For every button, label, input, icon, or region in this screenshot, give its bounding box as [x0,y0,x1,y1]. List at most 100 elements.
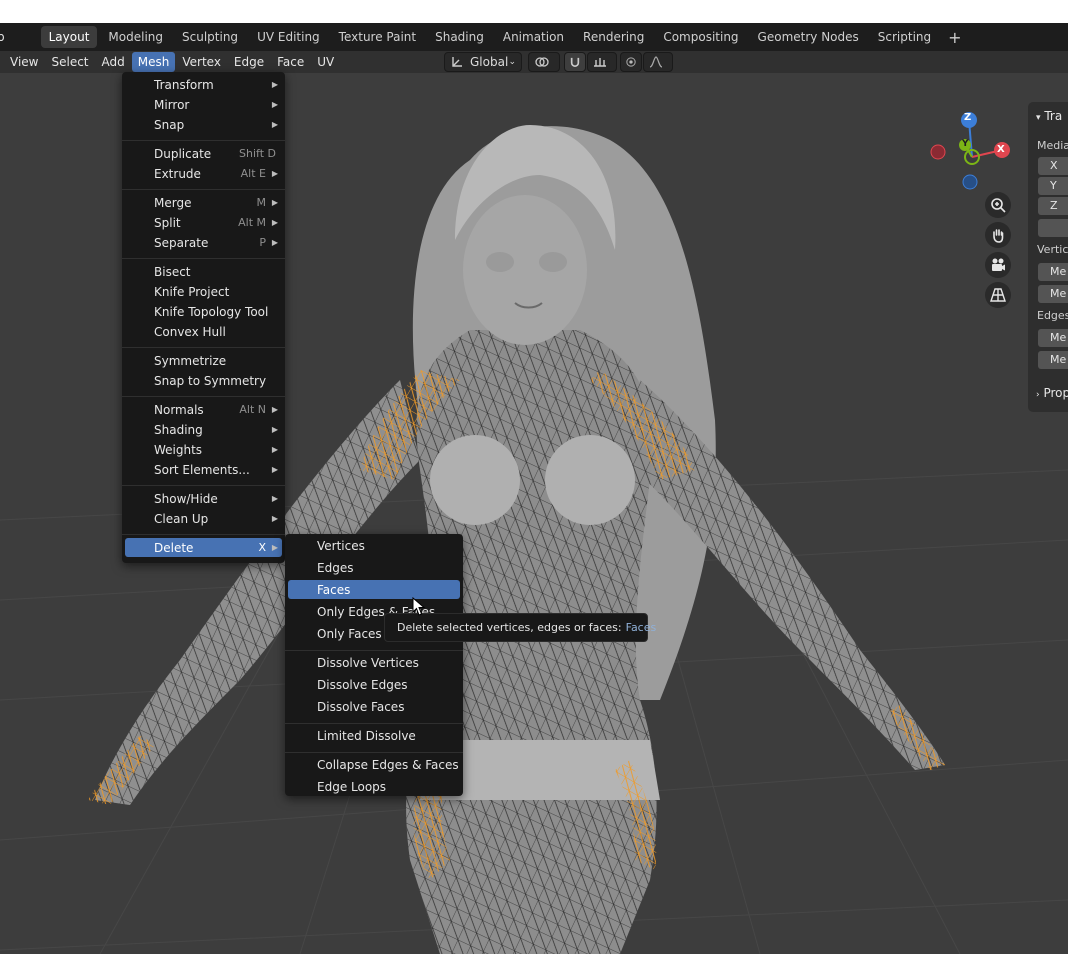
menu-item-dissolve-vertices[interactable]: Dissolve Vertices [288,653,460,672]
menu-face[interactable]: Face [271,52,310,72]
menu-item-clean-up[interactable]: Clean Up ▶ [125,509,282,528]
proportional-edit-toggle[interactable] [620,52,642,72]
menu-item-limited-dissolve[interactable]: Limited Dissolve [288,726,460,745]
tab-layout[interactable]: Layout [40,26,98,48]
menu-item-duplicate[interactable]: Duplicate Shift D [125,144,282,163]
app-menu-label[interactable]: p [0,30,15,44]
menu-item-mirror[interactable]: Mirror ▶ [125,95,282,114]
magnet-icon [570,57,580,67]
shortcut-label: Alt E [240,167,266,180]
sidebar-transform-panel[interactable]: ▾ Tra Media X Y Z Vertic Me Me Edges Me … [1028,102,1068,412]
pivot-point-dropdown[interactable] [528,52,560,72]
menu-edge[interactable]: Edge [228,52,270,72]
menu-item-knife-project[interactable]: Knife Project [125,282,282,301]
menu-item-label: Dissolve Faces [317,699,405,714]
menu-item-knife-topology-tool[interactable]: Knife Topology Tool [125,302,282,321]
menu-item-label: Knife Topology Tool [154,304,269,319]
menu-item-shading[interactable]: Shading ▶ [125,420,282,439]
median-x-field[interactable]: X [1038,157,1068,175]
menu-item-edge-loops[interactable]: Edge Loops [288,777,460,796]
menu-item-label: Extrude [154,166,201,181]
menu-item-symmetrize[interactable]: Symmetrize [125,351,282,370]
menu-view[interactable]: View [4,52,44,72]
menu-item-bisect[interactable]: Bisect [125,262,282,281]
menu-item-faces[interactable]: Faces [288,580,460,599]
shortcut-label: Alt M [238,216,266,229]
median-y-field[interactable]: Y [1038,177,1068,195]
menu-item-vertices[interactable]: Vertices [288,536,460,555]
eye-left [486,252,514,272]
pivot-group [528,52,560,72]
snap-target-dropdown[interactable] [587,52,617,72]
navigation-gizmo[interactable] [922,112,1022,202]
menu-item-split[interactable]: Split Alt M ▶ [125,213,282,232]
menu-item-label: Clean Up [154,511,209,526]
window-top-strip [0,0,1068,23]
orientation-value: Global [470,55,509,69]
tab-uv-editing[interactable]: UV Editing [249,26,328,48]
menu-item-delete[interactable]: Delete X ▶ [125,538,282,557]
menu-mesh[interactable]: Mesh [131,52,176,72]
menu-item-edges[interactable]: Edges [288,558,460,577]
snap-toggle[interactable] [564,52,586,72]
vertex-weight-field[interactable]: Me [1038,263,1068,281]
menu-item-weights[interactable]: Weights ▶ [125,440,282,459]
transform-orientation-dropdown[interactable]: Global ⌄ [444,52,522,72]
menu-item-merge[interactable]: Merge M ▶ [125,193,282,212]
tab-compositing[interactable]: Compositing [655,26,746,48]
tab-modeling[interactable]: Modeling [100,26,171,48]
menu-item-normals[interactable]: Normals Alt N ▶ [125,400,282,419]
menu-item-sort-elements[interactable]: Sort Elements... ▶ [125,460,282,479]
tab-animation[interactable]: Animation [495,26,572,48]
falloff-dropdown[interactable] [643,52,673,72]
tab-shading[interactable]: Shading [427,26,492,48]
add-workspace-icon[interactable]: + [942,28,967,47]
shortcut-label: X [258,541,266,554]
camera-icon[interactable] [985,252,1011,278]
menu-item-convex-hull[interactable]: Convex Hull [125,322,282,341]
chevron-right-icon: › [1036,390,1040,400]
properties-header[interactable]: › Prop [1036,386,1068,400]
edge-bevel-field[interactable]: Me [1038,329,1068,347]
menu-select[interactable]: Select [45,52,94,72]
median-mode-field[interactable] [1038,219,1068,237]
panel-header[interactable]: ▾ Tra [1036,109,1062,123]
tab-geometry-nodes[interactable]: Geometry Nodes [750,26,867,48]
menu-item-dissolve-edges[interactable]: Dissolve Edges [288,675,460,694]
menu-item-separate[interactable]: Separate P ▶ [125,233,282,252]
menu-item-transform[interactable]: Transform ▶ [125,75,282,94]
zoom-icon[interactable] [985,192,1011,218]
menu-vertex[interactable]: Vertex [176,52,227,72]
perspective-grid-icon[interactable] [985,282,1011,308]
chevron-down-icon: ▾ [1036,113,1041,123]
menu-separator [122,395,285,397]
menu-separator [122,188,285,190]
menu-item-label: Only Faces [317,626,382,641]
tab-sculpting[interactable]: Sculpting [174,26,246,48]
tab-scripting[interactable]: Scripting [870,26,939,48]
vertex-crease-field[interactable]: Me [1038,285,1068,303]
menu-item-extrude[interactable]: Extrude Alt E ▶ [125,164,282,183]
menu-item-label: Edge Loops [317,779,387,794]
edge-crease-field[interactable]: Me [1038,351,1068,369]
menu-add[interactable]: Add [96,52,131,72]
menu-separator [122,346,285,348]
tab-texture-paint[interactable]: Texture Paint [331,26,424,48]
menu-separator [285,649,463,651]
menu-item-dissolve-faces[interactable]: Dissolve Faces [288,697,460,716]
menu-item-label: Merge [154,195,192,210]
snapping-group [564,52,617,72]
shortcut-label: Alt N [239,403,266,416]
menu-item-snap[interactable]: Snap ▶ [125,115,282,134]
viewport-header: View Select Add Mesh Vertex Edge Face UV Global… [0,51,1068,73]
hand-pan-icon[interactable] [985,222,1011,248]
chest-right [545,435,635,525]
menu-item-label: Duplicate [154,146,212,161]
median-z-field[interactable]: Z [1038,197,1068,215]
menu-uv[interactable]: UV [311,52,340,72]
tab-rendering[interactable]: Rendering [575,26,652,48]
menu-item-snap-to-symmetry[interactable]: Snap to Symmetry [125,371,282,390]
menu-item-show-hide[interactable]: Show/Hide ▶ [125,489,282,508]
menu-item-collapse-edges-and-faces[interactable]: Collapse Edges & Faces [288,755,460,774]
submenu-arrow-icon: ▶ [271,218,278,227]
